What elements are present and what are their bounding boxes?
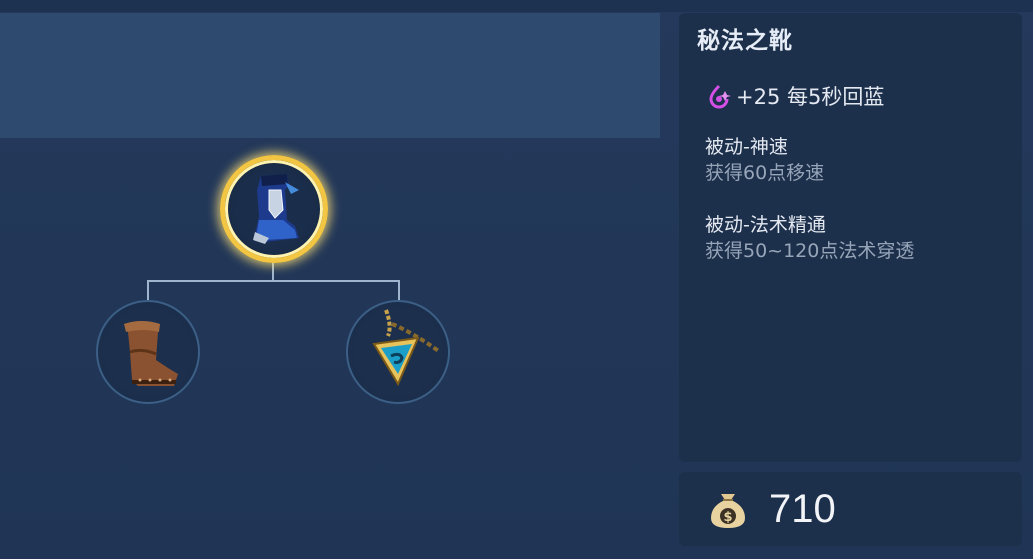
gold-bag-icon: $ — [711, 494, 745, 528]
recipe-tree — [0, 140, 670, 559]
magic-boots-icon — [253, 174, 299, 244]
magic-boots-node[interactable] — [220, 155, 328, 263]
tree-connector-vertical-top — [272, 260, 274, 282]
price-value: 710 — [769, 486, 836, 531]
mana-regen-text: +25 每5秒回蓝 — [736, 85, 885, 109]
passive-speed-name: 被动-神速 — [705, 136, 788, 158]
top-strip — [0, 0, 1033, 12]
passive-speed: 被动-神速 获得60点移速 — [705, 134, 824, 186]
mana-regen-icon — [709, 84, 731, 109]
item-detail-screen: 秘法之靴 +25 每5秒回蓝 被动-神速 获得60点移速 被动-法术精通 获得5… — [0, 0, 1033, 559]
tree-connector-horizontal — [147, 280, 400, 282]
mana-regen-stat: +25 每5秒回蓝 — [705, 81, 884, 111]
amulet-icon — [372, 309, 442, 387]
tree-connector-left — [147, 280, 149, 302]
passive-spell-mastery-name: 被动-法术精通 — [705, 214, 826, 236]
tree-connector-right — [398, 280, 400, 302]
leather-boots-node[interactable] — [96, 300, 200, 404]
passive-spell-mastery-desc: 获得50~120点法术穿透 — [705, 240, 915, 262]
passive-speed-desc: 获得60点移速 — [705, 162, 825, 184]
leather-boots-icon — [124, 321, 178, 386]
amulet-node[interactable] — [346, 300, 450, 404]
price-box: $ 710 — [679, 472, 1022, 546]
item-description-panel: 秘法之靴 +25 每5秒回蓝 被动-神速 获得60点移速 被动-法术精通 获得5… — [679, 13, 1022, 462]
svg-text:$: $ — [723, 510, 732, 525]
item-name: 秘法之靴 — [697, 28, 793, 54]
passive-spell-mastery: 被动-法术精通 获得50~120点法术穿透 — [705, 212, 914, 264]
item-banner — [0, 13, 660, 138]
